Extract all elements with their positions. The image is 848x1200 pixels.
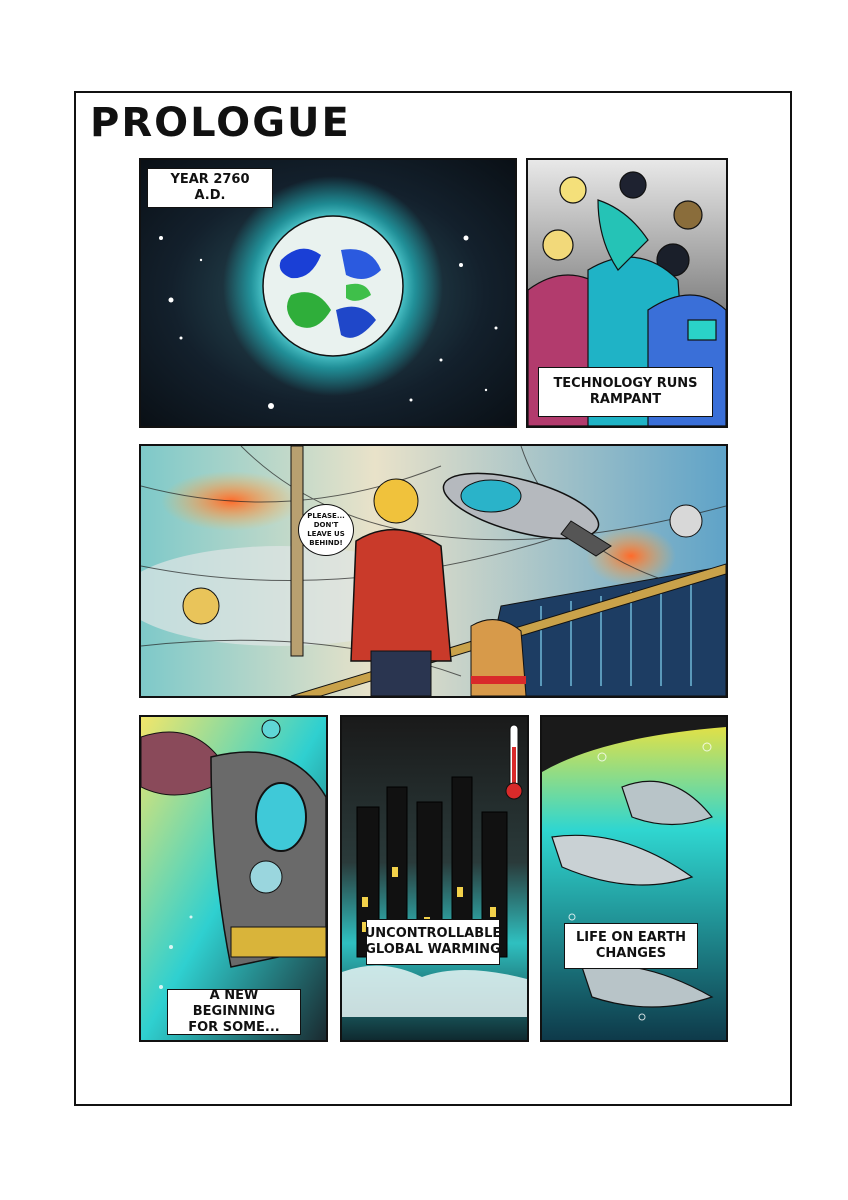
gas-mask-icon xyxy=(210,751,326,968)
ocean-scene xyxy=(542,717,726,1040)
warming-scene xyxy=(342,717,527,1040)
caption-year: YEAR 2760 A.D. xyxy=(147,168,273,208)
caption-life-changes: LIFE ON EARTH CHANGES xyxy=(564,923,698,969)
earth-icon xyxy=(262,215,404,357)
panel-technology: TECHNOLOGY RUNS RAMPANT xyxy=(526,158,728,428)
caption-technology: TECHNOLOGY RUNS RAMPANT xyxy=(538,367,713,417)
panel-global-warming: UNCONTROLLABLE GLOBAL WARMING xyxy=(340,715,529,1042)
panel-earth: YEAR 2760 A.D. xyxy=(139,158,517,428)
panel-life-changes: LIFE ON EARTH CHANGES xyxy=(540,715,728,1042)
page-title: PROLOGUE xyxy=(90,100,351,146)
dog-figure xyxy=(470,619,527,696)
speech-bubble: PLEASE... DON'T LEAVE US BEHIND! xyxy=(298,504,354,556)
panel-new-beginning: A NEW BEGINNING FOR SOME... xyxy=(139,715,328,1042)
caption-global-warming: UNCONTROLLABLE GLOBAL WARMING xyxy=(365,919,501,965)
panel-departure: PLEASE... DON'T LEAVE US BEHIND! xyxy=(139,444,728,698)
caption-new-beginning: A NEW BEGINNING FOR SOME... xyxy=(167,988,301,1035)
departure-scene xyxy=(141,446,726,696)
